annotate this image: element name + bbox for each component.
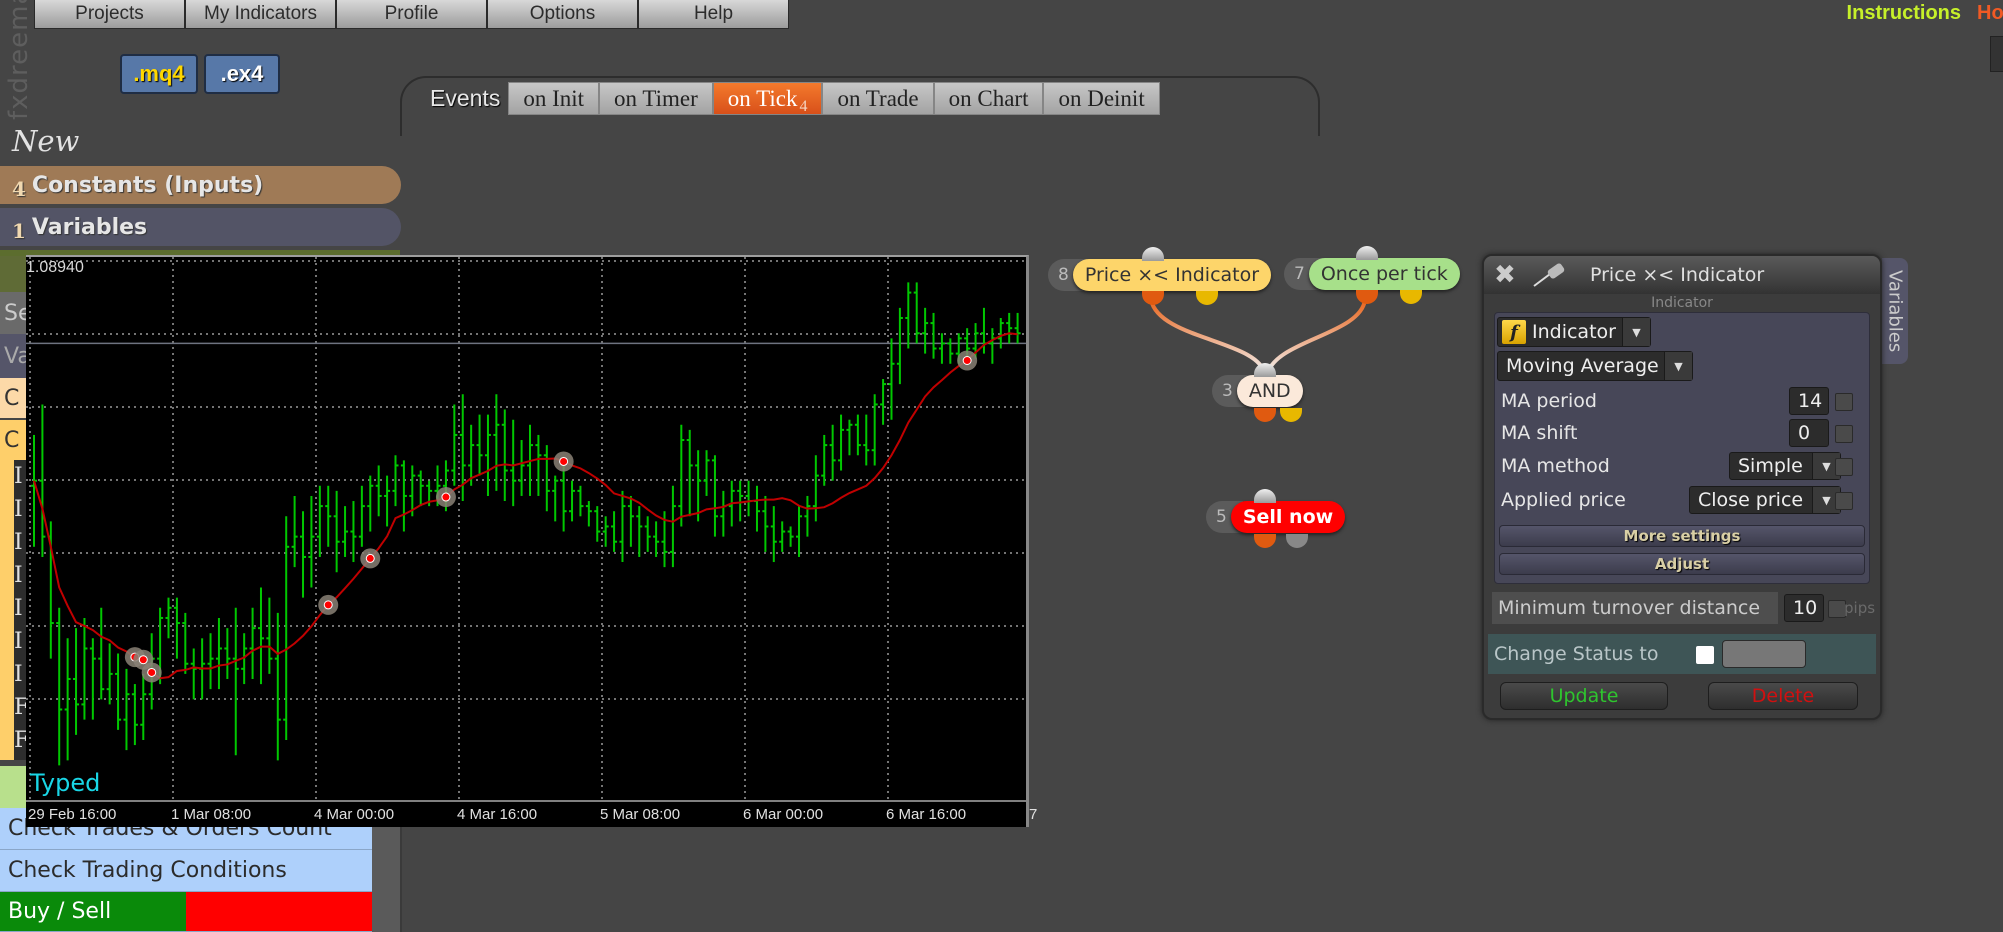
node-label[interactable]: Sell now	[1230, 501, 1346, 533]
ma-shift-label: MA shift	[1501, 422, 1578, 444]
variables-side-tab[interactable]: Variables	[1882, 258, 1908, 364]
block-properties-panel: ✖ Price ×< Indicator Indicator f Indicat…	[1482, 254, 1882, 720]
applied-price-value: Close price	[1698, 489, 1804, 511]
chevron-down-icon: ▼	[1664, 352, 1692, 380]
ma-period-checkbox[interactable]	[1835, 393, 1853, 411]
pin-icon[interactable]	[1530, 262, 1570, 288]
ma-method-select[interactable]: Simple ▼	[1729, 452, 1841, 480]
block-type-value: Indicator	[1532, 321, 1616, 343]
panel-title: Price ×< Indicator	[1590, 264, 1765, 286]
applied-price-label: Applied price	[1501, 489, 1626, 511]
app-root: fxdreema Projects My Indicators Profile …	[0, 0, 2003, 932]
applied-price-checkbox[interactable]	[1835, 492, 1853, 510]
more-settings-button[interactable]: More settings	[1499, 525, 1865, 547]
ma-period-label: MA period	[1501, 390, 1597, 412]
panel-header[interactable]: ✖ Price ×< Indicator	[1484, 256, 1880, 294]
update-button[interactable]: Update	[1500, 682, 1668, 710]
node-label[interactable]: AND	[1236, 375, 1303, 407]
close-icon[interactable]: ✖	[1494, 260, 1516, 290]
applied-price-select[interactable]: Close price ▼	[1689, 486, 1841, 514]
adjust-button[interactable]: Adjust	[1499, 553, 1865, 575]
change-status-label: Change Status to	[1494, 643, 1659, 665]
flow-node-price-indicator[interactable]: 8 Price ×< Indicator	[1048, 259, 1272, 291]
flow-node-and[interactable]: 3 AND	[1212, 375, 1303, 407]
ma-shift-checkbox[interactable]	[1835, 425, 1853, 443]
change-status-row: Change Status to	[1488, 634, 1876, 674]
ma-method-value: Simple	[1738, 455, 1803, 477]
status-select[interactable]	[1722, 640, 1806, 668]
indicator-value: Moving Average	[1506, 355, 1659, 377]
change-status-checkbox[interactable]	[1696, 646, 1714, 664]
pips-unit-label: pips	[1844, 599, 1876, 617]
chevron-down-icon: ▼	[1622, 318, 1650, 346]
function-icon: f	[1502, 320, 1526, 344]
flow-node-sell-now[interactable]: 5 Sell now	[1206, 501, 1346, 533]
min-turnover-input[interactable]: 10	[1784, 594, 1824, 622]
flow-node-once-per-tick[interactable]: 7 Once per tick	[1284, 258, 1460, 290]
indicator-section: f Indicator ▼ Moving Average ▼ MA period…	[1494, 312, 1870, 584]
ma-period-input[interactable]: 14	[1789, 387, 1829, 415]
node-label[interactable]: Once per tick	[1308, 258, 1460, 290]
indicator-section-caption: Indicator	[1651, 295, 1713, 311]
delete-button[interactable]: Delete	[1708, 682, 1858, 710]
ma-shift-input[interactable]: 0	[1789, 419, 1829, 447]
ma-method-label: MA method	[1501, 455, 1610, 477]
wire-tick-to-and	[1265, 299, 1367, 376]
wire-price-to-and	[1149, 299, 1267, 376]
node-label[interactable]: Price ×< Indicator	[1072, 259, 1272, 291]
block-type-select[interactable]: f Indicator ▼	[1497, 317, 1651, 347]
indicator-select[interactable]: Moving Average ▼	[1497, 351, 1693, 381]
ma-method-checkbox[interactable]	[1835, 458, 1853, 476]
min-turnover-label: Minimum turnover distance	[1492, 592, 1778, 624]
